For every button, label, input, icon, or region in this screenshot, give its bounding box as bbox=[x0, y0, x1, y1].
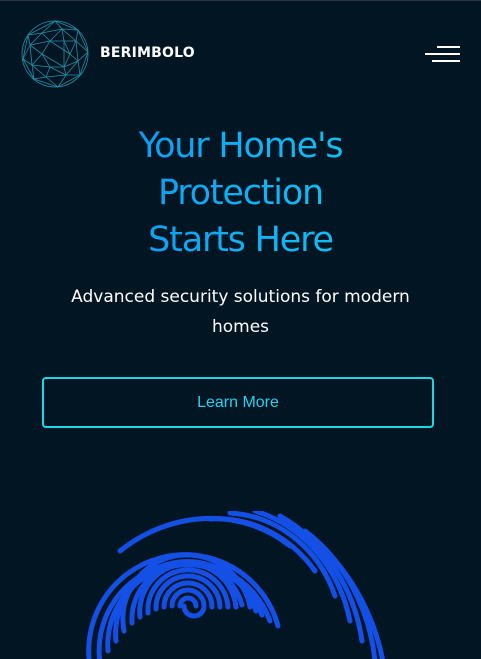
learn-more-button[interactable]: Learn More bbox=[42, 377, 434, 428]
hero-title-line: Your Home's bbox=[138, 126, 343, 166]
hero: Your Home's Protection Starts Here Advan… bbox=[0, 123, 481, 342]
fingerprint-graphic bbox=[80, 511, 400, 659]
geodesic-sphere-icon bbox=[21, 20, 89, 88]
hamburger-menu-icon bbox=[425, 46, 460, 62]
fingerprint-icon bbox=[86, 511, 385, 659]
hero-title-line: Protection bbox=[157, 173, 324, 213]
menu-button[interactable] bbox=[420, 41, 464, 69]
hero-subtitle: Advanced security solutions for modern h… bbox=[71, 287, 410, 337]
logo[interactable]: BERIMBOLO bbox=[20, 19, 195, 89]
header: BERIMBOLO bbox=[0, 1, 481, 111]
hero-title: Your Home's Protection Starts Here bbox=[31, 123, 451, 264]
brand-name: BERIMBOLO bbox=[100, 44, 195, 61]
hero-title-line: Starts Here bbox=[148, 220, 333, 260]
page: BERIMBOLO Your Home's Protection Starts … bbox=[0, 1, 481, 659]
